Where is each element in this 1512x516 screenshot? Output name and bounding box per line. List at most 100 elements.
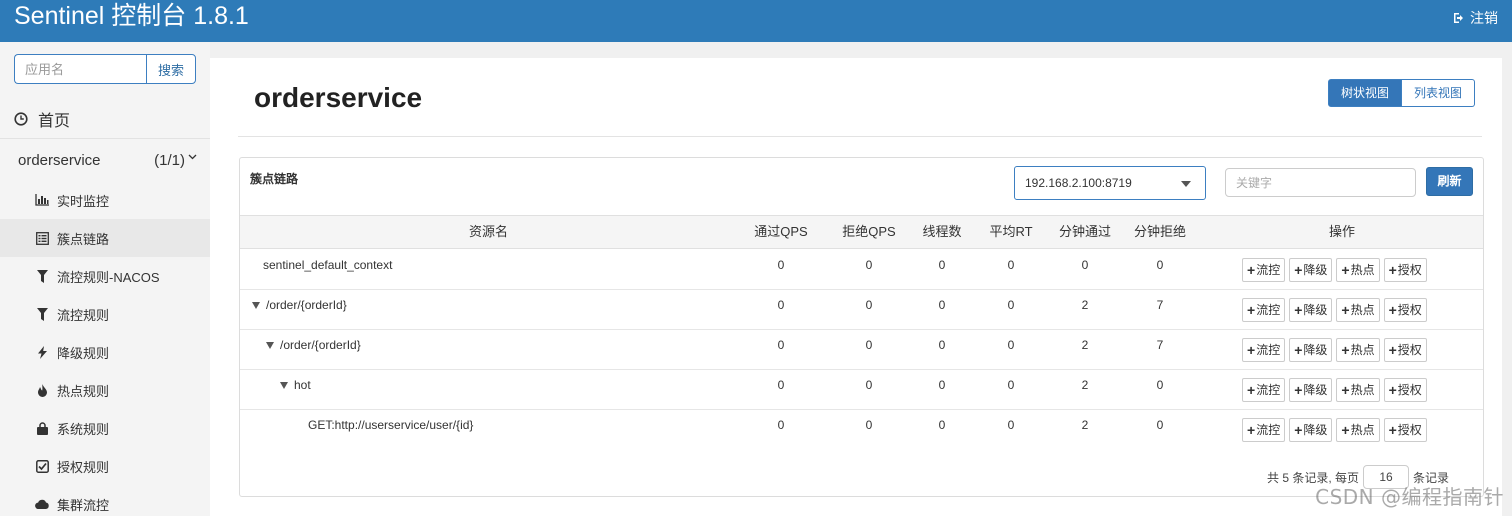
sidebar-item-hotspot-rules[interactable]: 热点规则 (0, 371, 210, 409)
expand-triangle-icon[interactable] (252, 301, 260, 309)
search-button[interactable]: 搜索 (146, 54, 196, 84)
row-actions: + 流控 + 降级 + 热点 + 授权 (1242, 378, 1427, 402)
action-label: 热点 (1350, 383, 1375, 397)
cell-pass-qps: 0 (777, 418, 785, 432)
cell-resource[interactable]: /order/{orderId} (252, 290, 347, 320)
sidebar-item-realtime-monitor[interactable]: 实时监控 (0, 181, 210, 219)
cell-resource: sentinel_default_context (263, 250, 392, 280)
machine-select[interactable]: 192.168.2.100:8719 (1014, 166, 1206, 200)
plus-icon: + (1388, 262, 1397, 278)
action-label: 热点 (1350, 303, 1375, 317)
page-title: orderservice (254, 82, 423, 113)
sidebar-item-label: 实时监控 (57, 193, 110, 209)
cell-minute-block: 0 (1156, 418, 1164, 432)
sidebar-item-label: 授权规则 (57, 459, 110, 475)
logout-label: 注销 (1470, 10, 1498, 26)
hotspot-rule-button[interactable]: + 热点 (1336, 338, 1380, 362)
action-label: 降级 (1303, 303, 1328, 317)
filter-icon (35, 269, 49, 283)
app-search-input[interactable] (14, 54, 146, 84)
auth-rule-button[interactable]: + 授权 (1383, 298, 1427, 322)
hotspot-rule-button[interactable]: + 热点 (1336, 258, 1380, 282)
cell-threads: 0 (938, 258, 946, 272)
keyword-input[interactable] (1225, 168, 1416, 197)
flow-rule-button[interactable]: + 流控 (1242, 298, 1286, 322)
sidebar-item-cluster-point-chain[interactable]: 簇点链路 (0, 219, 210, 257)
column-header-resource: 资源名 (468, 224, 508, 239)
resource-name: GET:http://userservice/user/{id} (308, 418, 474, 432)
plus-icon: + (1247, 262, 1256, 278)
cell-minute-block: 0 (1156, 378, 1164, 392)
filter-icon (35, 307, 49, 321)
flow-rule-button[interactable]: + 流控 (1242, 338, 1286, 362)
cell-resource[interactable]: /order/{orderId} (266, 330, 361, 360)
sidebar-item-flow-rules-nacos[interactable]: 流控规则-NACOS (0, 257, 210, 295)
column-header-minute-block: 分钟拒绝 (1133, 224, 1186, 239)
refresh-button[interactable]: 刷新 (1426, 167, 1473, 196)
table-row: /order/{orderId} 0 0 0 0 2 7 + 流控 + 降级 + 热点 + 授权 (240, 330, 1483, 370)
sidebar-item-cluster-flow[interactable]: 集群流控 (0, 485, 210, 516)
cell-threads: 0 (938, 378, 946, 392)
caret-down-icon (1181, 181, 1191, 187)
row-actions: + 流控 + 降级 + 热点 + 授权 (1242, 298, 1427, 322)
expand-triangle-icon[interactable] (266, 341, 274, 349)
plus-icon: + (1388, 422, 1397, 438)
flow-rule-button[interactable]: + 流控 (1242, 258, 1286, 282)
auth-rule-button[interactable]: + 授权 (1383, 258, 1427, 282)
flow-rule-button[interactable]: + 流控 (1242, 418, 1286, 442)
sidebar-item-flow-rules[interactable]: 流控规则 (0, 295, 210, 333)
app-name: orderservice (18, 151, 101, 169)
home-label: 首页 (38, 112, 71, 130)
plus-icon: + (1247, 382, 1256, 398)
column-header-pass-qps: 通过QPS (754, 224, 808, 239)
action-label: 授权 (1397, 343, 1422, 357)
action-label: 热点 (1350, 343, 1375, 357)
cell-block-qps: 0 (865, 258, 873, 272)
logout-icon (1454, 13, 1463, 23)
resource-name: /order/{orderId} (266, 298, 347, 312)
cell-avg-rt: 0 (1007, 258, 1015, 272)
logout-link[interactable]: 注销 (1453, 8, 1498, 28)
sidebar-item-label: 热点规则 (57, 383, 110, 399)
sidebar-item-degrade-rules[interactable]: 降级规则 (0, 333, 210, 371)
tree-view-button[interactable]: 树状视图 (1328, 79, 1403, 107)
resource-name: hot (294, 378, 311, 392)
cell-avg-rt: 0 (1007, 378, 1015, 392)
auth-rule-button[interactable]: + 授权 (1383, 378, 1427, 402)
plus-icon: + (1388, 302, 1397, 318)
app-title[interactable]: Sentinel 控制台 1.8.1 (14, 1, 249, 31)
expand-triangle-icon[interactable] (280, 381, 288, 389)
degrade-rule-button[interactable]: + 降级 (1289, 338, 1333, 362)
sidebar-item-auth-rules[interactable]: 授权规则 (0, 447, 210, 485)
cell-pass-qps: 0 (777, 378, 785, 392)
auth-rule-button[interactable]: + 授权 (1383, 338, 1427, 362)
hotspot-rule-button[interactable]: + 热点 (1336, 418, 1380, 442)
degrade-rule-button[interactable]: + 降级 (1289, 258, 1333, 282)
flow-rule-button[interactable]: + 流控 (1242, 378, 1286, 402)
degrade-rule-button[interactable]: + 降级 (1289, 378, 1333, 402)
sidebar-item-home[interactable]: 首页 (0, 99, 210, 139)
auth-rule-button[interactable]: + 授权 (1383, 418, 1427, 442)
table-row: /order/{orderId} 0 0 0 0 2 7 + 流控 + 降级 + 热点 + 授权 (240, 290, 1483, 330)
list-view-button[interactable]: 列表视图 (1402, 79, 1476, 107)
degrade-rule-button[interactable]: + 降级 (1289, 418, 1333, 442)
plus-icon: + (1294, 422, 1303, 438)
sidebar-app-orderservice[interactable]: orderservice (1/1) (0, 140, 210, 180)
sidebar-item-system-rules[interactable]: 系统规则 (0, 409, 210, 447)
panel-title: 簇点链路 (250, 172, 299, 186)
cell-block-qps: 0 (865, 338, 873, 352)
plus-icon: + (1341, 262, 1350, 278)
chevron-down-icon (188, 154, 197, 160)
hotspot-rule-button[interactable]: + 热点 (1336, 298, 1380, 322)
action-label: 授权 (1397, 263, 1422, 277)
plus-icon: + (1388, 382, 1397, 398)
cell-resource[interactable]: hot (280, 370, 311, 400)
top-navbar: Sentinel 控制台 1.8.1 注销 (0, 0, 1512, 42)
degrade-rule-button[interactable]: + 降级 (1289, 298, 1333, 322)
row-actions: + 流控 + 降级 + 热点 + 授权 (1242, 418, 1427, 442)
fire-icon (35, 383, 49, 397)
hotspot-rule-button[interactable]: + 热点 (1336, 378, 1380, 402)
cell-minute-block: 7 (1156, 298, 1164, 312)
action-label: 降级 (1303, 263, 1328, 277)
row-actions: + 流控 + 降级 + 热点 + 授权 (1242, 258, 1427, 282)
